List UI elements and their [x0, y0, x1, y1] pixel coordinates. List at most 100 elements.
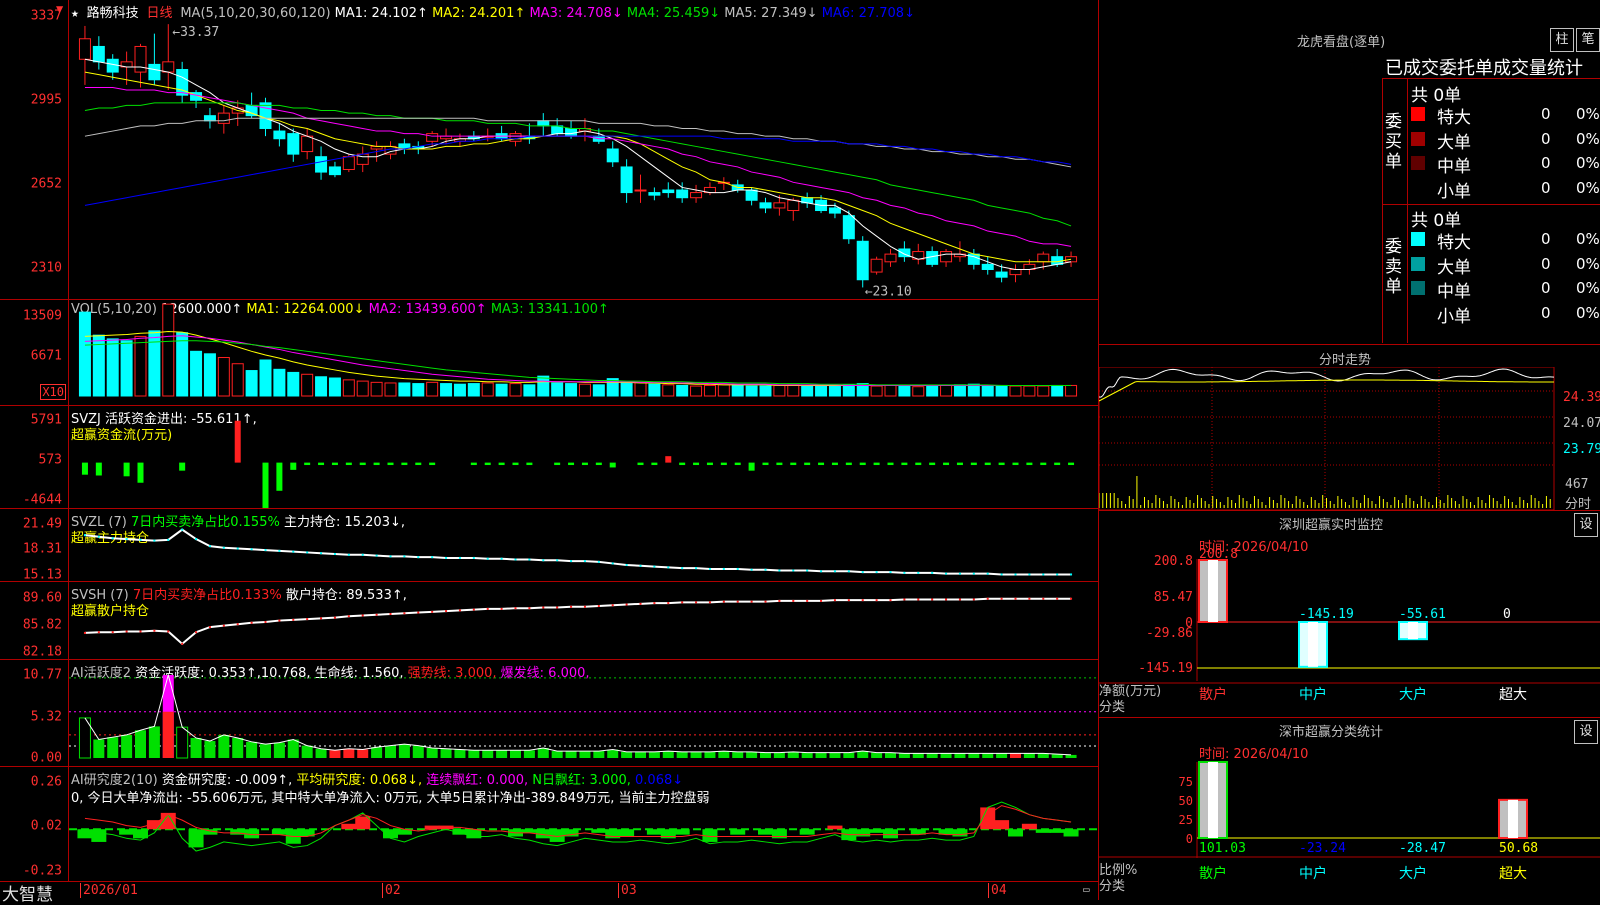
volume-bar [773, 384, 786, 397]
volume-bar [551, 382, 564, 397]
dragon-tiger-title: 龙虎看盘(逐单) [1297, 35, 1386, 50]
order-percent: 0% [1576, 105, 1600, 123]
monitor-axis-label: -29.86 [1146, 626, 1193, 641]
holding-point [570, 605, 573, 608]
svsh-chart[interactable] [69, 582, 1098, 659]
holding-point [1042, 573, 1045, 576]
holding-point [778, 569, 781, 572]
volume-panel[interactable]: 13509 6671 X10 VOL(5,10,20) 12600.000↑ M… [0, 300, 1098, 406]
volume-bar [273, 368, 286, 397]
research-bar [1063, 829, 1079, 837]
activity-bar [593, 751, 605, 758]
volume-bar [315, 376, 328, 397]
svzl-chart[interactable] [69, 509, 1098, 581]
candle-body [315, 156, 328, 173]
activity-bar [510, 750, 521, 758]
volume-bar [620, 381, 633, 397]
monitor-value-label: -145.19 [1299, 607, 1354, 622]
holding-point [875, 571, 878, 574]
classification-panel[interactable]: 深市超赢分类统计 设 时间: 2026/04/10 75 50 25 0 101.03-… [1099, 718, 1600, 900]
research-bar [591, 829, 607, 833]
monitor-panel[interactable]: 深圳超赢实时监控 设 时间: 2026/04/10 200.8 85.47 0 -29… [1099, 511, 1600, 718]
intraday-chart[interactable] [1099, 367, 1600, 510]
holding-point [917, 598, 920, 601]
activity-bar [912, 753, 924, 758]
volume-bar [884, 384, 897, 397]
volume-bar [995, 384, 1008, 397]
svzj-chart[interactable] [69, 406, 1098, 508]
candle-body [842, 215, 855, 240]
buy-rows-container: 共 0单 特大 0 0% 大单 0 0% 中单 0 0% 小单 0 0% [1407, 79, 1600, 204]
svzl-tick-label: 15.13 [22, 567, 62, 583]
volume-chart[interactable] [69, 300, 1098, 405]
fund-flow-bar [845, 462, 852, 466]
price-panel[interactable]: 3337 2995 2652 2310 ▼ ★ 路畅科技 日线 MA(5,10,… [0, 0, 1098, 300]
volume-bar [134, 335, 147, 397]
fund-flow-bar [609, 462, 616, 468]
monitor-value-label: -55.61 [1399, 607, 1446, 622]
activity-bar [440, 748, 452, 758]
monitor-chart[interactable]: 200.8 85.47 0 -29.86 -145.19 200.8 -145.19 -55.… [1099, 511, 1600, 717]
ma-line-ma1 [84, 58, 1072, 270]
holding-point [514, 558, 517, 561]
holding-point [361, 553, 364, 556]
svzj-tick-label: -4644 [22, 492, 62, 508]
order-row: 大单 0 0% [1411, 128, 1600, 153]
candle-body [301, 135, 314, 153]
candlestick-chart[interactable]: ←33.37 ←23.10 [69, 0, 1098, 299]
holding-point [958, 598, 961, 601]
holding-point [653, 565, 656, 568]
activity-bar [301, 745, 313, 758]
fund-flow-bar [526, 462, 533, 466]
volume-bar [634, 381, 647, 397]
research-bar [646, 829, 662, 835]
activity-bar [315, 748, 327, 758]
research-bar [827, 825, 843, 830]
holding-point [347, 615, 350, 618]
ai-activity-tick-label: 10.77 [22, 667, 62, 683]
holding-point [986, 597, 989, 600]
classification-bar-highlight [1208, 761, 1218, 838]
order-color-swatch [1411, 256, 1425, 271]
activity-bar [246, 741, 258, 758]
candle-body [828, 207, 841, 214]
ai-research-panel[interactable]: 0.26 0.02 -0.23 AI研究度2(10) 资金研究度: -0.009… [0, 767, 1098, 882]
order-color-swatch [1411, 232, 1425, 246]
fund-flow-bar [831, 462, 838, 466]
ai-research-chart[interactable] [69, 767, 1098, 881]
ai-activity-panel[interactable]: 10.77 5.32 0.00 AI活跃度2 资金活跃度: 0.353↑,10.… [0, 660, 1098, 767]
volume-unit-badge: X10 [40, 384, 66, 400]
order-percent: 0% [1576, 254, 1600, 273]
bar-mode-button[interactable]: 柱 [1550, 28, 1574, 52]
activity-bar [287, 739, 299, 758]
candle-body [787, 199, 800, 212]
order-label: 特大 [1437, 233, 1471, 253]
ma-line-ma5 [84, 117, 1072, 168]
holding-point [486, 607, 489, 610]
volume-bar [953, 384, 966, 397]
intraday-panel[interactable]: 分时走势 24.39 24.07 23.79 467 分时 [1099, 345, 1600, 512]
svsh-tick-label: 89.60 [22, 590, 62, 606]
holding-point [1070, 573, 1073, 576]
panel-menu-icon[interactable]: ▼ [56, 2, 63, 16]
tick-mode-button[interactable]: 笔 [1576, 28, 1600, 52]
svzj-panel[interactable]: 5791 573 -4644 SVZJ 活跃资金进出: -55.611↑, 超赢… [0, 406, 1098, 509]
holding-point [847, 599, 850, 602]
candle-body [273, 130, 286, 140]
holding-point [153, 539, 156, 542]
svsh-panel[interactable]: 89.60 85.82 82.18 SVSH (7) 7日内买卖净占比0.133… [0, 582, 1098, 660]
order-label: 大单 [1437, 257, 1471, 278]
ai-activity-chart[interactable] [69, 660, 1098, 766]
holding-point [403, 555, 406, 558]
order-row: 特大 0 0% [1411, 103, 1600, 128]
volume-bar [801, 385, 814, 397]
holding-point [222, 546, 225, 549]
holding-point [792, 569, 795, 572]
fund-flow-bar [1026, 462, 1033, 466]
stat-header: 已成交委托单成交量统计 [1385, 58, 1583, 79]
svzl-panel[interactable]: 21.49 18.31 15.13 SVZL (7) 7日内买卖净占比0.155… [0, 509, 1098, 583]
classification-chart[interactable]: 75 50 25 0 101.03 -23.24 -28.47 50.68 散户 中户 大户 超大 [1099, 718, 1600, 900]
order-label: 特大 [1437, 108, 1471, 128]
holding-point [83, 534, 86, 537]
lock-icon[interactable]: ▭ [1083, 883, 1090, 896]
